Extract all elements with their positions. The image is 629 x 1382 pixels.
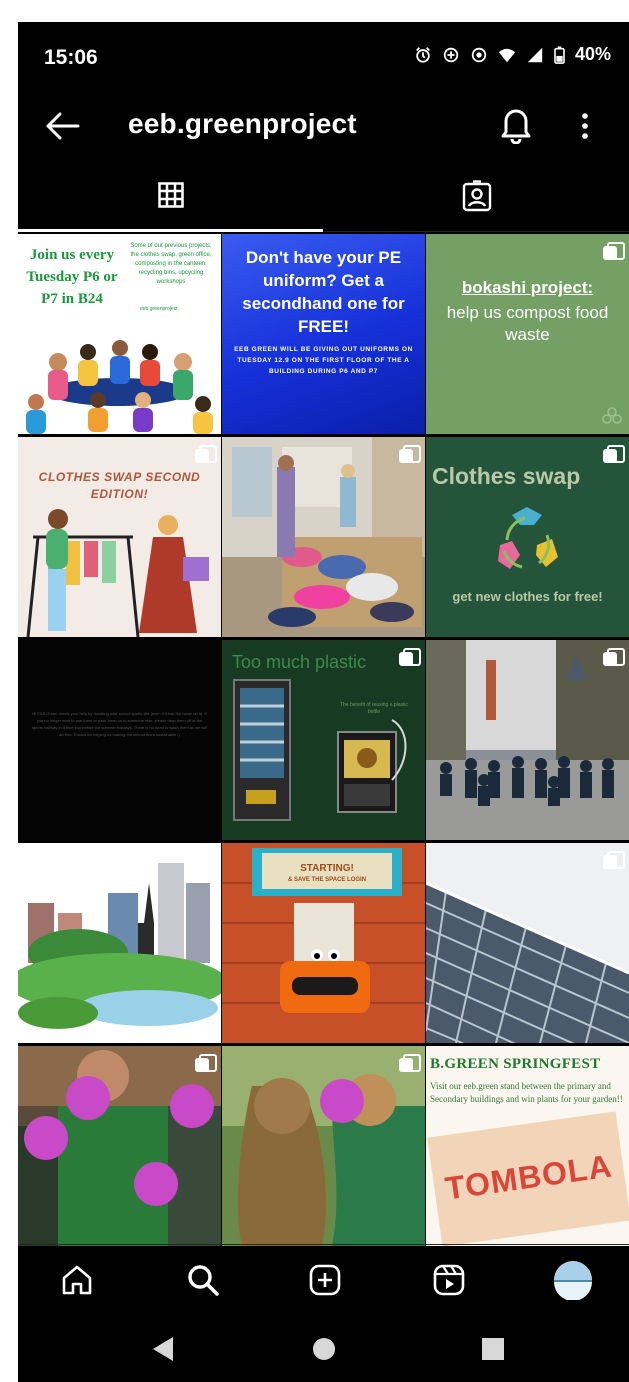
reels-icon[interactable]	[432, 1263, 466, 1297]
more-vertical-icon[interactable]	[573, 106, 597, 146]
recycle-clothes-illustration	[498, 507, 558, 569]
carousel-icon	[195, 445, 217, 463]
clothes-rack-illustration	[26, 509, 209, 637]
post-clothes-swap-second[interactable]: CLOTHES SWAP SECOND EDITION!	[18, 437, 221, 637]
vpn-icon	[471, 47, 487, 62]
tombola-text: TOMBOLA	[442, 1147, 615, 1207]
group-photo-arch	[426, 640, 629, 840]
post-small-text: Some of our previous projects: the cloth…	[130, 243, 212, 285]
search-icon[interactable]	[186, 1263, 220, 1297]
post-title: Clothes swap	[432, 463, 581, 489]
post-caption: The benefit of reusing a plastic bottle	[339, 702, 409, 715]
home-circle-icon[interactable]	[304, 1332, 344, 1366]
posts-grid: Join us every Tuesday P6 or P7 in B24 So…	[18, 234, 629, 1246]
plus-square-icon[interactable]	[308, 1263, 342, 1297]
students-photo-blurred	[18, 1046, 221, 1246]
post-title: Join us every Tuesday P6 or P7 in B24	[26, 247, 118, 307]
carousel-icon	[603, 851, 625, 869]
data-saver-icon	[443, 47, 459, 62]
post-bin-photo[interactable]: STARTING! & SAVE THE SPACE LOGIN	[222, 843, 425, 1043]
recents-square-icon[interactable]	[473, 1332, 513, 1366]
post-subtitle: Visit our eeb.green stand between the pr…	[430, 1081, 623, 1104]
city-illustration	[18, 863, 221, 1029]
post-clothes-swap-photo[interactable]	[222, 437, 425, 637]
carousel-icon	[399, 1054, 421, 1072]
grid-icon	[157, 181, 184, 208]
bell-icon[interactable]	[498, 104, 534, 144]
flower-icon	[602, 407, 622, 424]
profile-tabs	[18, 160, 629, 232]
carousel-icon	[603, 445, 625, 463]
home-icon[interactable]	[60, 1263, 94, 1297]
post-title: B.GREEN SPRINGFEST	[430, 1056, 601, 1072]
post-too-much-plastic[interactable]: Too much plastic The benefit of reusing …	[222, 640, 425, 840]
status-icons: 40%	[414, 44, 611, 65]
post-solar-roof[interactable]	[426, 843, 629, 1043]
status-time: 15:06	[44, 46, 98, 69]
back-triangle-icon[interactable]	[143, 1332, 183, 1366]
post-friends-photo[interactable]	[222, 1046, 425, 1246]
post-group-photo[interactable]	[426, 640, 629, 840]
instagram-profile-screen: 15:06 40% eeb.greenproject Join us every…	[18, 22, 629, 1382]
system-navigation-bar	[18, 1314, 629, 1382]
post-subtitle: get new clothes for free!	[452, 589, 603, 604]
post-title: bokashi project:	[461, 278, 594, 297]
post-bokashi[interactable]: bokashi project: help us compost food wa…	[426, 234, 629, 434]
post-join-us[interactable]: Join us every Tuesday P6 or P7 in B24 So…	[18, 234, 221, 434]
post-city-park[interactable]	[18, 843, 221, 1043]
avatar-icon[interactable]	[553, 1260, 593, 1300]
wifi-icon	[498, 48, 516, 62]
post-text: help us compost food waste	[446, 303, 609, 344]
tombola-ticket: TOMBOLA	[427, 1111, 629, 1246]
carousel-icon	[399, 445, 421, 463]
profile-header: eeb.greenproject	[18, 92, 629, 160]
profile-username: eeb.greenproject	[128, 108, 357, 139]
battery-percent: 40%	[574, 44, 611, 64]
post-springfest[interactable]: B.GREEN SPRINGFEST Visit our eeb.green s…	[426, 1046, 629, 1246]
friends-photo-blurred	[222, 1046, 425, 1246]
battery-icon	[554, 45, 565, 64]
post-title: Don't have your PE uniform? Get a second…	[242, 248, 405, 336]
tab-posts-grid[interactable]	[18, 160, 323, 232]
clothes-table-photo	[222, 437, 425, 637]
tagged-person-icon	[462, 179, 491, 211]
carousel-icon	[603, 648, 625, 666]
carousel-icon	[195, 1054, 217, 1072]
post-text-notice[interactable]: Hi EEB Green needs your help by donating…	[18, 640, 221, 840]
sign-line-1: STARTING!	[300, 863, 354, 874]
vending-machine-photo	[233, 679, 407, 821]
post-clothes-swap[interactable]: Clothes swap get new clothes for free!	[426, 437, 629, 637]
alarm-icon	[416, 46, 430, 63]
bottom-navigation	[18, 1244, 629, 1314]
post-subtitle: EEB GREEN WILL BE GIVING OUT UNIFORMS ON…	[234, 346, 413, 375]
status-bar: 15:06 40%	[18, 22, 629, 92]
people-meeting-illustration	[26, 340, 213, 434]
post-students-photo[interactable]	[18, 1046, 221, 1246]
post-text: CLOTHES SWAP SECOND EDITION!	[38, 470, 201, 501]
post-handle: eeb.greenproject	[140, 306, 178, 312]
tab-tagged[interactable]	[324, 160, 629, 232]
carousel-icon	[603, 242, 625, 260]
post-pe-uniform[interactable]: Don't have your PE uniform? Get a second…	[222, 234, 425, 434]
sign-line-2: & SAVE THE SPACE LOGIN	[287, 877, 367, 883]
arrow-left-icon[interactable]	[42, 106, 82, 146]
solar-panels-photo	[426, 843, 629, 1043]
signal-icon	[527, 47, 543, 62]
post-text: Hi EEB Green needs your help by donating…	[32, 711, 207, 737]
